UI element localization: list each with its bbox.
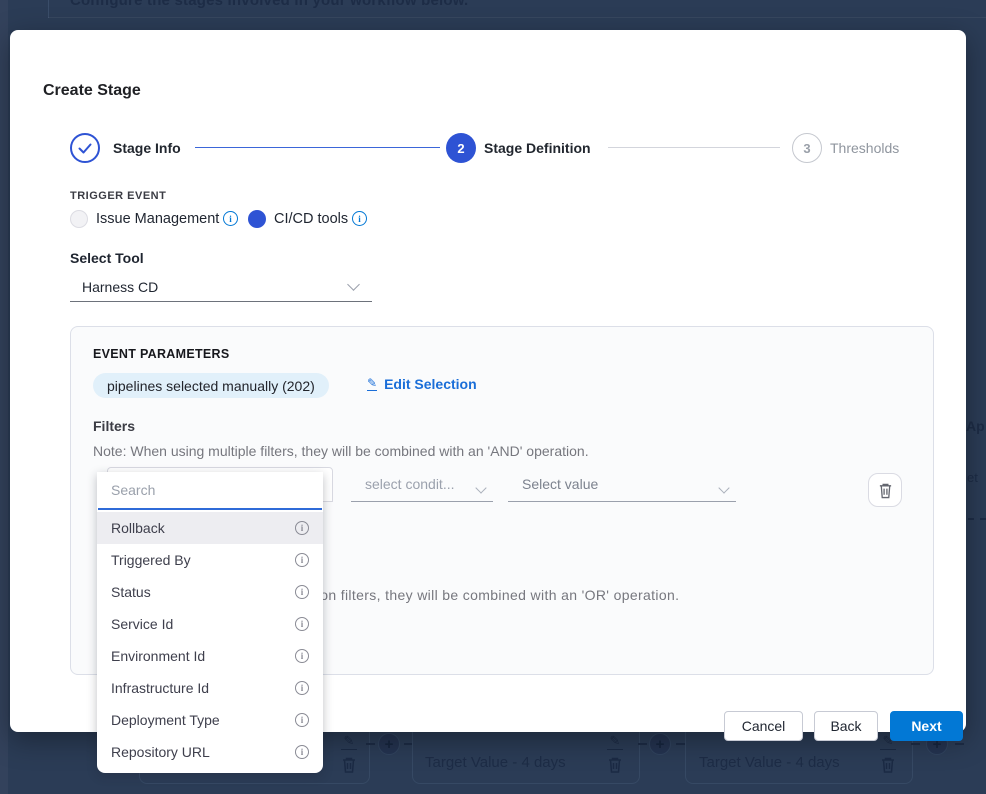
edit-icon: ✎ (607, 734, 623, 750)
modal-title: Create Stage (43, 82, 141, 100)
dropdown-item-infrastructure-id[interactable]: Infrastructure Idi (97, 672, 323, 704)
edit-icon: ✎ (367, 377, 377, 391)
background-dashed-connector (366, 743, 375, 745)
filters-note: Note: When using multiple filters, they … (93, 443, 589, 459)
next-button[interactable]: Next (890, 711, 963, 741)
info-icon[interactable]: i (352, 211, 367, 226)
info-icon: i (295, 713, 309, 727)
background-divider-horizontal (48, 17, 986, 18)
chevron-down-icon (720, 479, 728, 497)
radio-issue-management[interactable] (70, 210, 88, 228)
background-page-subtitle: Configure the stages involved in your wo… (70, 0, 468, 9)
delete-filter-button[interactable] (868, 473, 902, 507)
info-icon: i (295, 585, 309, 599)
dropdown-item-triggered-by[interactable]: Triggered Byi (97, 544, 323, 576)
dropdown-item-rollback[interactable]: Rollbacki (97, 512, 323, 544)
filters-heading: Filters (93, 418, 135, 434)
step-active-indicator: 2 (446, 133, 476, 163)
chevron-down-icon (347, 278, 360, 291)
background-card-label: Target Value - 4 days (699, 754, 840, 771)
background-sidebar-strip (0, 0, 8, 794)
dropdown-item-environment-id[interactable]: Environment Idi (97, 640, 323, 672)
background-text-fragment: Ap (966, 418, 985, 434)
dropdown-item-list: Rollbacki Triggered Byi Statusi Service … (97, 512, 323, 768)
back-button[interactable]: Back (814, 711, 878, 741)
tool-select[interactable]: Harness CD (70, 275, 372, 302)
dropdown-item-deployment-type[interactable]: Deployment Typei (97, 704, 323, 736)
property-dropdown-panel: Rollbacki Triggered Byi Statusi Service … (97, 472, 323, 773)
value-select[interactable]: Select value (508, 467, 736, 502)
add-stage-icon: + (649, 733, 671, 755)
background-divider-vertical (48, 0, 49, 18)
background-dashed-connector (955, 743, 964, 745)
trash-icon (341, 756, 357, 774)
radio-cicd-tools[interactable] (248, 210, 266, 228)
dropdown-item-service-id[interactable]: Service Idi (97, 608, 323, 640)
screen: Configure the stages involved in your wo… (0, 0, 986, 794)
selection-pill: pipelines selected manually (202) (93, 373, 329, 398)
radio-label-issue-management[interactable]: Issue Management (96, 211, 219, 227)
info-icon: i (295, 681, 309, 695)
condition-select[interactable]: select condit... (351, 467, 493, 502)
edit-icon: ✎ (341, 734, 357, 750)
radio-label-cicd-tools[interactable]: CI/CD tools (274, 211, 348, 227)
dropdown-search (98, 472, 322, 512)
trash-icon (878, 482, 893, 499)
info-icon: i (295, 745, 309, 759)
select-tool-label: Select Tool (70, 250, 144, 266)
dropdown-item-repository-url[interactable]: Repository URLi (97, 736, 323, 768)
trash-icon (607, 756, 623, 774)
dropdown-item-status[interactable]: Statusi (97, 576, 323, 608)
condition-select-placeholder: select condit... (365, 476, 455, 492)
edit-selection-label: Edit Selection (384, 376, 477, 392)
value-select-placeholder: Select value (522, 476, 598, 492)
background-dashed-connector (638, 743, 647, 745)
info-icon: i (295, 617, 309, 631)
info-icon: i (295, 649, 309, 663)
add-stage-icon: + (378, 733, 400, 755)
edit-selection-link[interactable]: ✎ Edit Selection (367, 376, 477, 392)
background-text-fragment: et (967, 470, 978, 485)
step-complete-indicator (70, 133, 100, 163)
background-dashed-connector (911, 743, 920, 745)
background-dashed-connector (968, 518, 986, 520)
background-card-label: Target Value - 4 days (425, 754, 566, 771)
trash-icon (880, 756, 896, 774)
step-upcoming-indicator: 3 (792, 133, 822, 163)
tool-select-value: Harness CD (82, 279, 158, 295)
info-icon[interactable]: i (223, 211, 238, 226)
trigger-event-label: TRIGGER EVENT (70, 190, 166, 202)
step-label-stage-definition: Stage Definition (484, 140, 591, 156)
check-icon (78, 143, 92, 154)
step-label-stage-info: Stage Info (113, 140, 181, 156)
step-label-thresholds: Thresholds (830, 140, 899, 156)
background-dashed-connector (676, 743, 685, 745)
stepper-connector (195, 147, 440, 148)
info-icon: i (295, 553, 309, 567)
event-parameters-heading: EVENT PARAMETERS (93, 347, 230, 361)
cancel-button[interactable]: Cancel (724, 711, 803, 741)
info-icon: i (295, 521, 309, 535)
stepper-connector (608, 147, 780, 148)
search-input[interactable] (98, 472, 322, 510)
chevron-down-icon (477, 479, 485, 497)
